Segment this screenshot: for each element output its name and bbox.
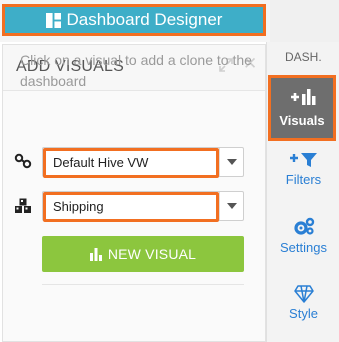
sidebar-item-label: Settings <box>280 240 327 255</box>
chevron-down-icon <box>227 203 237 209</box>
new-visual-button[interactable]: NEW VISUAL <box>42 236 244 272</box>
panel-divider <box>42 284 244 285</box>
sidebar-item-label: Style <box>289 306 318 321</box>
dashboard-designer-title: Dashboard Designer <box>66 10 223 29</box>
bar-chart-icon <box>89 247 102 261</box>
sidebar-item-filters[interactable]: Filters <box>268 151 339 207</box>
dataset-select-toggle[interactable] <box>219 148 243 176</box>
cubes-icon <box>15 198 31 213</box>
sidebar-item-settings[interactable]: Settings <box>268 217 339 273</box>
sidebar-item-label: Visuals <box>279 113 325 128</box>
table-select-value: Shipping <box>53 199 104 214</box>
sidebar-item-visuals[interactable]: Visuals <box>268 75 336 141</box>
sidebar-item-style[interactable]: Style <box>268 285 339 341</box>
add-filter-icon <box>289 153 317 167</box>
add-chart-icon <box>291 89 316 105</box>
link-icon <box>14 153 32 169</box>
dashboard-icon <box>45 12 61 28</box>
sidebar-section-label: DASH. <box>285 50 322 64</box>
add-visual-hint: Click on a visual to add a clone to the … <box>20 52 252 89</box>
table-select-toggle[interactable] <box>219 192 243 220</box>
new-visual-label: NEW VISUAL <box>107 246 197 262</box>
dataset-select-value: Default Hive VW <box>53 155 149 170</box>
top-bar-right <box>270 0 339 42</box>
gears-icon <box>293 217 314 235</box>
diamond-icon <box>293 285 314 303</box>
table-select[interactable]: Shipping <box>42 191 244 222</box>
dataset-select[interactable]: Default Hive VW <box>42 147 244 178</box>
sidebar-item-label: Filters <box>285 172 322 187</box>
chevron-down-icon <box>227 159 237 165</box>
dashboard-designer-button[interactable]: Dashboard Designer <box>2 4 266 36</box>
